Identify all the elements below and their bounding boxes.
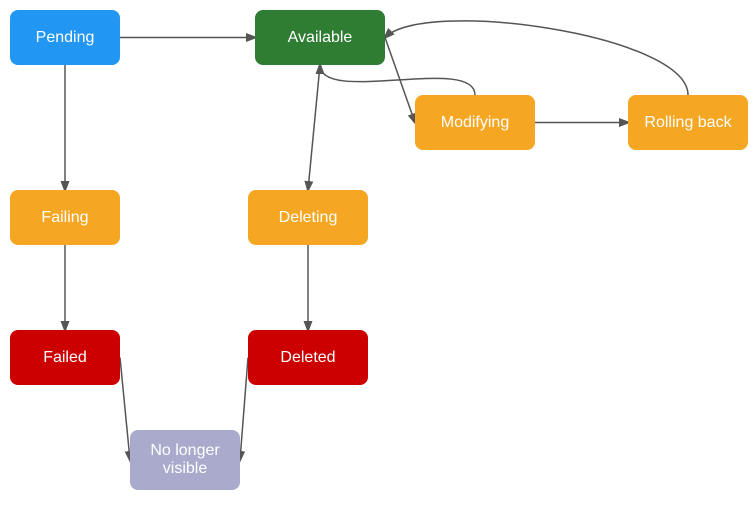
state-diagram: Pending Available Modifying Rolling back Fai… <box>0 0 753 513</box>
node-pending: Pending <box>10 10 120 65</box>
node-deleting: Deleting <box>248 190 368 245</box>
node-failed: Failed <box>10 330 120 385</box>
arrows-layer <box>0 0 753 513</box>
node-available: Available <box>255 10 385 65</box>
node-modifying: Modifying <box>415 95 535 150</box>
node-failing: Failing <box>10 190 120 245</box>
node-rolling_back: Rolling back <box>628 95 748 150</box>
node-deleted: Deleted <box>248 330 368 385</box>
node-no_longer_visible: No longer visible <box>130 430 240 490</box>
